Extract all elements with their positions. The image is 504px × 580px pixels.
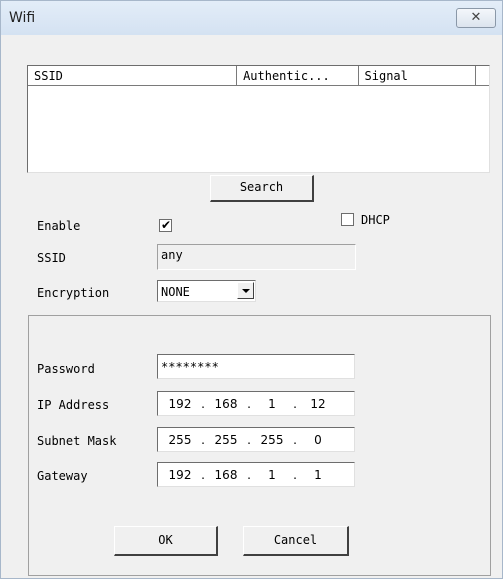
- password-label: Password: [37, 362, 95, 376]
- search-button[interactable]: Search: [210, 175, 314, 202]
- ssid-label: SSID: [37, 251, 66, 265]
- enable-label: Enable: [37, 219, 81, 233]
- encryption-select[interactable]: NONE: [157, 280, 256, 302]
- subnet-mask-field[interactable]: 255. 255. 255. 0: [157, 427, 355, 452]
- network-list[interactable]: SSID Authentic... Signal: [27, 65, 490, 173]
- password-field[interactable]: ********: [157, 354, 355, 379]
- gateway-field[interactable]: 192. 168. 1. 1: [157, 462, 355, 487]
- gateway-octet-3[interactable]: 1: [254, 468, 290, 482]
- subnet-octet-1[interactable]: 255: [162, 433, 198, 447]
- password-value: ********: [161, 360, 219, 374]
- ip-address-field[interactable]: 192. 168. 1. 12: [157, 391, 355, 416]
- subnet-octet-2[interactable]: 255: [208, 433, 244, 447]
- ip-octet-1[interactable]: 192: [162, 397, 198, 411]
- gateway-octet-2[interactable]: 168: [208, 468, 244, 482]
- gateway-octet-4[interactable]: 1: [300, 468, 336, 482]
- window-title: Wifi: [9, 10, 36, 26]
- dhcp-checkbox[interactable]: [341, 213, 354, 226]
- close-button[interactable]: ✕: [456, 8, 496, 28]
- column-authentication[interactable]: Authentic...: [237, 66, 359, 86]
- checkmark-icon: ✔: [161, 218, 172, 232]
- column-ssid[interactable]: SSID: [28, 66, 238, 86]
- subnet-mask-label: Subnet Mask: [37, 434, 117, 448]
- ssid-field: any: [157, 244, 356, 270]
- ssid-value: any: [161, 248, 183, 262]
- title-bar[interactable]: Wifi ✕: [1, 1, 502, 35]
- ip-octet-3[interactable]: 1: [254, 397, 290, 411]
- enable-checkbox[interactable]: ✔: [159, 218, 172, 232]
- subnet-octet-3[interactable]: 255: [254, 433, 290, 447]
- chevron-down-icon[interactable]: [237, 282, 254, 299]
- dhcp-label: DHCP: [361, 213, 390, 227]
- column-signal[interactable]: Signal: [358, 66, 477, 86]
- encryption-label: Encryption: [37, 286, 110, 300]
- cancel-button[interactable]: Cancel: [243, 526, 349, 556]
- encryption-value: NONE: [161, 285, 190, 299]
- ip-address-label: IP Address: [37, 398, 110, 412]
- gateway-label: Gateway: [37, 469, 88, 483]
- wifi-dialog: Wifi ✕ SSID Authentic... Signal Search E…: [0, 0, 503, 579]
- close-icon: ✕: [470, 10, 482, 25]
- ip-octet-2[interactable]: 168: [208, 397, 244, 411]
- column-extra[interactable]: [476, 66, 489, 86]
- list-header: SSID Authentic... Signal: [28, 66, 489, 87]
- ok-button[interactable]: OK: [114, 526, 218, 556]
- gateway-octet-1[interactable]: 192: [162, 468, 198, 482]
- ip-octet-4[interactable]: 12: [300, 397, 336, 411]
- subnet-octet-4[interactable]: 0: [300, 433, 336, 447]
